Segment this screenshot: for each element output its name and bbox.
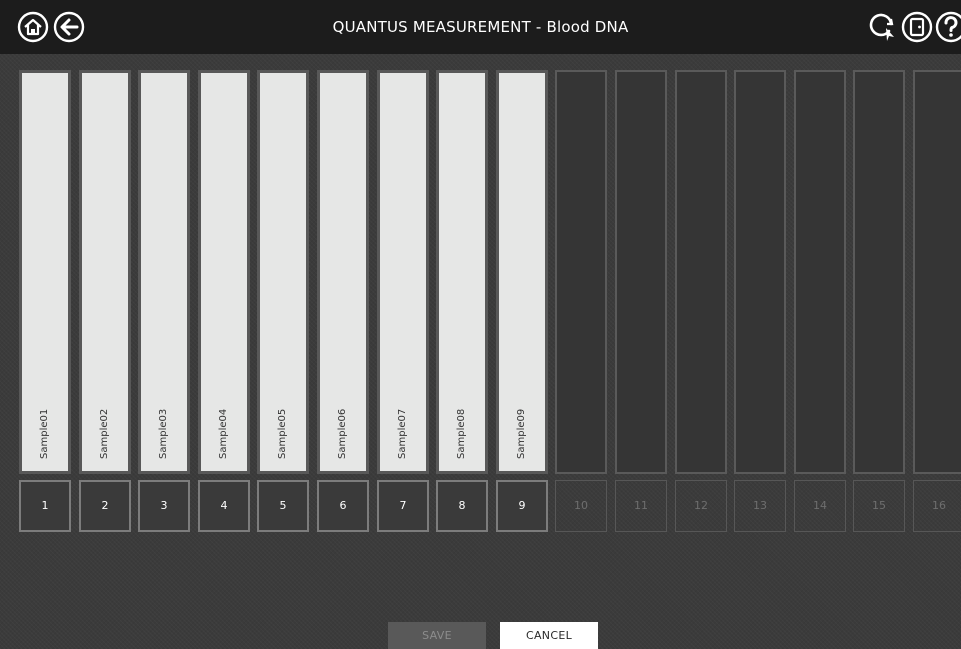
slot-number-button[interactable]: 4 xyxy=(198,480,250,532)
sample-name-label: Sample03 xyxy=(158,408,169,459)
exit-icon[interactable] xyxy=(901,11,933,43)
slot-number-button[interactable]: 7 xyxy=(377,480,429,532)
sample-slot[interactable] xyxy=(794,70,846,474)
sample-slot[interactable]: Sample01 xyxy=(19,70,71,474)
sample-slot[interactable] xyxy=(853,70,905,474)
home-icon[interactable] xyxy=(17,11,49,43)
slot-number-button[interactable]: 12 xyxy=(675,480,727,532)
cancel-button[interactable]: CANCEL xyxy=(500,622,598,649)
sample-slot[interactable]: Sample05 xyxy=(257,70,309,474)
sample-slot[interactable] xyxy=(734,70,786,474)
rescan-icon[interactable] xyxy=(867,11,899,43)
back-arrow-icon[interactable] xyxy=(53,11,85,43)
slot-number-button[interactable]: 13 xyxy=(734,480,786,532)
sample-name-label: Sample06 xyxy=(337,408,348,459)
slot-number-button[interactable]: 16 xyxy=(913,480,961,532)
slot-number-button[interactable]: 6 xyxy=(317,480,369,532)
help-icon[interactable] xyxy=(935,11,961,43)
slot-number-button[interactable]: 14 xyxy=(794,480,846,532)
slot-number-button[interactable]: 15 xyxy=(853,480,905,532)
slot-number-button[interactable]: 1 xyxy=(19,480,71,532)
slot-number-button[interactable]: 10 xyxy=(555,480,607,532)
slot-number-button[interactable]: 5 xyxy=(257,480,309,532)
slot-number-button[interactable]: 8 xyxy=(436,480,488,532)
sample-slot[interactable]: Sample04 xyxy=(198,70,250,474)
sample-slot[interactable] xyxy=(913,70,961,474)
sample-slot[interactable]: Sample07 xyxy=(377,70,429,474)
slot-number-button[interactable]: 11 xyxy=(615,480,667,532)
sample-name-label: Sample04 xyxy=(218,408,229,459)
sample-slot[interactable]: Sample08 xyxy=(436,70,488,474)
save-button[interactable]: SAVE xyxy=(388,622,486,649)
sample-name-label: Sample07 xyxy=(397,408,408,459)
slot-number-button[interactable]: 3 xyxy=(138,480,190,532)
sample-name-label: Sample01 xyxy=(39,408,50,459)
sample-name-label: Sample09 xyxy=(516,408,527,459)
sample-slot[interactable] xyxy=(615,70,667,474)
sample-name-label: Sample05 xyxy=(277,408,288,459)
sample-name-label: Sample08 xyxy=(456,408,467,459)
sample-slot[interactable]: Sample06 xyxy=(317,70,369,474)
sample-slot-grid: Sample01 1 Sample02 2 Sample03 3 Sample04 4 Samp… xyxy=(0,68,961,543)
page-title: QUANTUS MEASUREMENT - Blood DNA xyxy=(332,18,629,36)
sample-slot[interactable]: Sample03 xyxy=(138,70,190,474)
slot-number-button[interactable]: 2 xyxy=(79,480,131,532)
slot-number-button[interactable]: 9 xyxy=(496,480,548,532)
sample-slot[interactable] xyxy=(555,70,607,474)
sample-slot[interactable]: Sample09 xyxy=(496,70,548,474)
sample-slot[interactable]: Sample02 xyxy=(79,70,131,474)
sample-slot[interactable] xyxy=(675,70,727,474)
header-bar: QUANTUS MEASUREMENT - Blood DNA xyxy=(0,0,961,54)
sample-name-label: Sample02 xyxy=(99,408,110,459)
